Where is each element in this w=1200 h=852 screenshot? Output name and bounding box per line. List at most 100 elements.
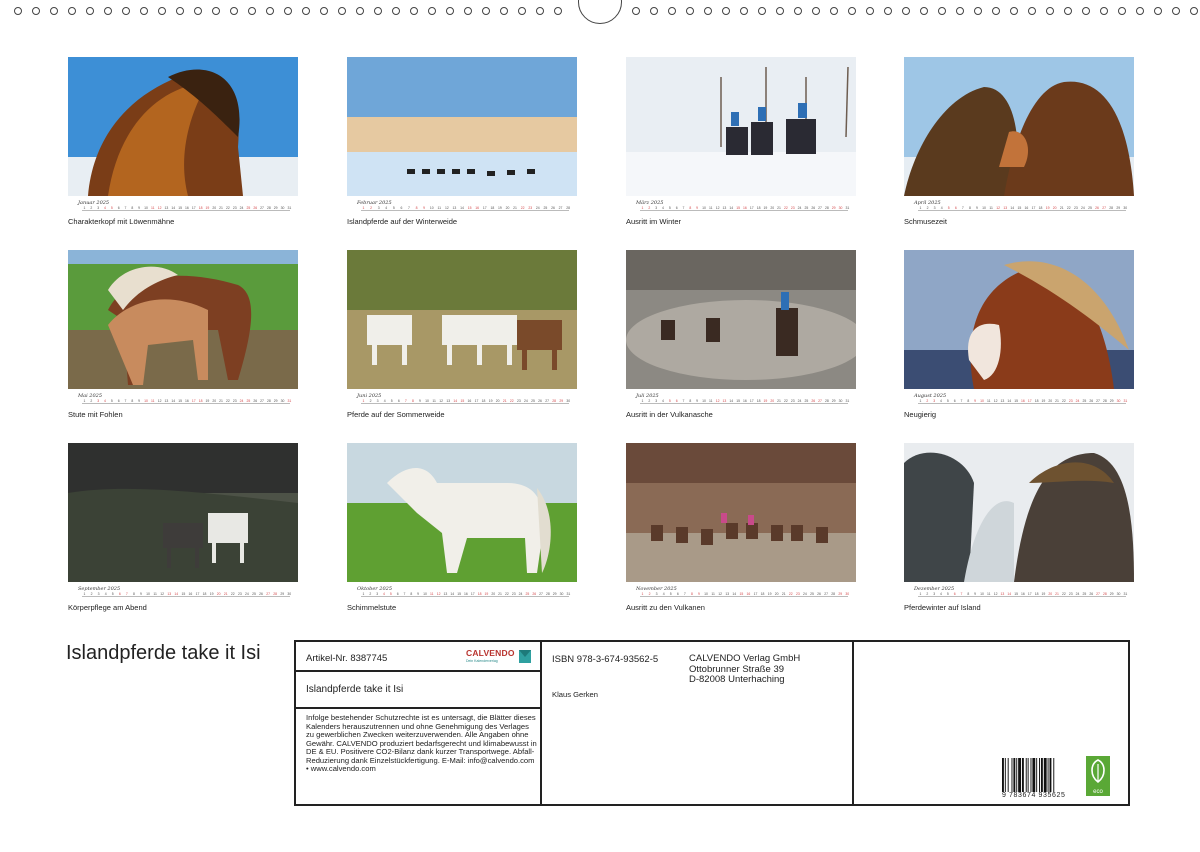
binding-ring xyxy=(1154,7,1162,15)
photo-image xyxy=(626,443,856,582)
month-calendar-grid: Januar 2025 1 2 3 4 5 6 7 8 9 10 11 12 13 14 15 16 17 18 19… xyxy=(68,200,298,218)
binding-ring xyxy=(1082,7,1090,15)
horse-photo xyxy=(68,57,298,196)
month-tile: Juli 2025 1 2 3 4 5 6 7 8 9 10 11 12 13 14 15 16 17 18 19 20… xyxy=(626,250,856,419)
horse-photo xyxy=(68,443,298,582)
binding-ring xyxy=(482,7,490,15)
leaf-icon xyxy=(1091,759,1105,784)
binding-ring xyxy=(428,7,436,15)
binding-ring xyxy=(266,7,274,15)
binding-ring xyxy=(758,7,766,15)
publisher-address: CALVENDO Verlag GmbH Ottobrunner Straße … xyxy=(689,653,800,686)
photo-image xyxy=(904,443,1134,582)
logo-text: CALVENDO xyxy=(466,648,515,658)
binding-ring xyxy=(650,7,658,15)
binding-ring xyxy=(32,7,40,15)
photo-image xyxy=(626,250,856,389)
binding-ring xyxy=(1064,7,1072,15)
binding-ring xyxy=(830,7,838,15)
binding-ring xyxy=(230,7,238,15)
eco-badge: eco xyxy=(1086,756,1110,796)
grid-line xyxy=(640,403,848,404)
binding-ring xyxy=(554,7,562,15)
month-calendar-grid: August 2025 1 2 3 4 5 6 7 8 9 10 11 12 13 14 15 16 17 18 19… xyxy=(904,393,1134,411)
binding-ring xyxy=(356,7,364,15)
horse-photo xyxy=(904,443,1134,582)
photo-caption: Stute mit Fohlen xyxy=(68,410,123,419)
photo-image xyxy=(347,443,577,582)
month-calendar-grid: Juni 2025 1 2 3 4 5 6 7 8 9 10 11 12 13 14 15 16 17 18 19 20… xyxy=(347,393,577,411)
month-calendar-grid: Oktober 2025 1 2 3 4 5 6 7 8 9 10 11 12 13 14 15 16 17 18 1… xyxy=(347,586,577,604)
binding-ring xyxy=(956,7,964,15)
photo-caption: Islandpferde auf der Winterweide xyxy=(347,217,458,226)
horse-photo xyxy=(347,57,577,196)
grid-line xyxy=(82,403,290,404)
binding-ring xyxy=(974,7,982,15)
horse-photo xyxy=(626,57,856,196)
binding-ring xyxy=(632,7,640,15)
binding-ring xyxy=(812,7,820,15)
photo-image xyxy=(68,57,298,196)
binding-ring xyxy=(920,7,928,15)
grid-line xyxy=(361,210,569,211)
grid-line xyxy=(640,210,848,211)
binding-ring xyxy=(446,7,454,15)
photo-caption: Ausritt im Winter xyxy=(626,217,682,226)
calendar-logo-icon xyxy=(519,650,531,663)
photo-image xyxy=(68,443,298,582)
isbn: ISBN 978-3-674-93562-5 xyxy=(552,654,659,665)
grid-line xyxy=(82,596,290,597)
binding-ring xyxy=(122,7,130,15)
photo-caption: Schmusezeit xyxy=(904,217,947,226)
binding-ring xyxy=(776,7,784,15)
binding-ring xyxy=(338,7,346,15)
article-number: Artikel-Nr. 8387745 xyxy=(306,653,388,664)
month-tile: April 2025 1 2 3 4 5 6 7 8 9 10 11 12 13 14 15 16 17 18 19 2… xyxy=(904,57,1134,226)
month-tile: Januar 2025 1 2 3 4 5 6 7 8 9 10 11 12 13 14 15 16 17 18 19… xyxy=(68,57,298,226)
barcode-icon xyxy=(1002,758,1055,792)
horse-photo xyxy=(626,443,856,582)
binding-ring xyxy=(248,7,256,15)
binding-ring xyxy=(992,7,1000,15)
binding-ring xyxy=(500,7,508,15)
calendar-title: Islandpferde take it Isi xyxy=(66,642,261,664)
photo-caption: Körperpflege am Abend xyxy=(68,603,147,612)
barcode-number: 9 783674 935625 xyxy=(1002,792,1066,799)
month-tile: Februar 2025 1 2 3 4 5 6 7 8 9 10 11 12 13 14 15 16 17 18 1… xyxy=(347,57,577,226)
binding-ring xyxy=(1046,7,1054,15)
binding-ring xyxy=(194,7,202,15)
binding-ring xyxy=(938,7,946,15)
binding-ring xyxy=(158,7,166,15)
month-calendar-grid: Dezember 2025 1 2 3 4 5 6 7 8 9 10 11 12 13 14 15 16 17 18… xyxy=(904,586,1134,604)
photo-image xyxy=(904,57,1134,196)
month-calendar-grid: Juli 2025 1 2 3 4 5 6 7 8 9 10 11 12 13 14 15 16 17 18 19 20… xyxy=(626,393,856,411)
binding-ring xyxy=(848,7,856,15)
binding-ring xyxy=(374,7,382,15)
subtitle: Islandpferde take it Isi xyxy=(306,684,404,695)
calvendo-logo: CALVENDO Dein Kalenderverlag xyxy=(466,648,534,666)
binding-ring xyxy=(68,7,76,15)
horse-photo xyxy=(347,443,577,582)
legal-cell: Infolge bestehender Schutzrechte ist es … xyxy=(296,709,542,804)
binding-ring xyxy=(902,7,910,15)
binding-ring xyxy=(536,7,544,15)
binding-ring xyxy=(284,7,292,15)
binding-ring xyxy=(1190,7,1198,15)
info-box: Artikel-Nr. 8387745 CALVENDO Dein Kalend… xyxy=(294,640,1130,806)
horse-photo xyxy=(347,250,577,389)
binding-ring xyxy=(740,7,748,15)
binding-ring xyxy=(1010,7,1018,15)
photo-image xyxy=(347,250,577,389)
subtitle-cell: Islandpferde take it Isi xyxy=(296,672,542,709)
legal-text: Infolge bestehender Schutzrechte ist es … xyxy=(306,713,537,773)
binding-ring xyxy=(392,7,400,15)
month-tile: August 2025 1 2 3 4 5 6 7 8 9 10 11 12 13 14 15 16 17 18 19… xyxy=(904,250,1134,419)
binding-ring xyxy=(686,7,694,15)
horse-photo xyxy=(68,250,298,389)
binding-ring xyxy=(176,7,184,15)
photo-caption: Pferdewinter auf Island xyxy=(904,603,981,612)
month-tile: September 2025 1 2 3 4 5 6 7 8 9 10 11 12 13 14 15 16 17 1… xyxy=(68,443,298,612)
month-calendar-grid: Februar 2025 1 2 3 4 5 6 7 8 9 10 11 12 13 14 15 16 17 18 1… xyxy=(347,200,577,218)
month-tile: Juni 2025 1 2 3 4 5 6 7 8 9 10 11 12 13 14 15 16 17 18 19 20… xyxy=(347,250,577,419)
logo-subtext: Dein Kalenderverlag xyxy=(466,659,498,663)
